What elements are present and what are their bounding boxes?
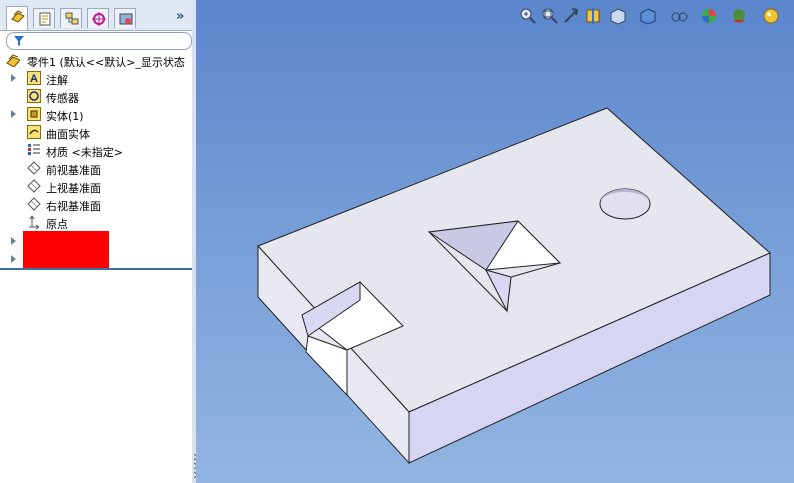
filter-icon: [14, 36, 24, 46]
expand-arrow-icon[interactable]: [11, 74, 16, 82]
tree-item-label: 传感器: [46, 92, 79, 105]
tree-item-label: 右视基准面: [46, 200, 101, 213]
view-settings-icon[interactable]: [762, 6, 782, 26]
tab-configuration-manager[interactable]: [60, 8, 82, 28]
feature-manager-icon: [11, 10, 25, 23]
filter-box[interactable]: [6, 32, 192, 50]
solid-body-icon: [27, 107, 41, 121]
tree-item-label: 注解: [46, 74, 68, 87]
feature-manager-panel: » 零件1 (默认<<默认>_显示状态 A 注解 传感器 实体(1) 曲面实体 …: [0, 0, 193, 483]
tree-item-label: 材质 <未指定>: [46, 146, 123, 159]
material-icon: [28, 144, 40, 155]
tree-item-right-plane[interactable]: 右视基准面: [0, 196, 192, 214]
part-3d-model[interactable]: [196, 0, 794, 483]
annotation-icon: A: [27, 71, 41, 85]
svg-text:A: A: [30, 73, 38, 85]
part-name-label: 零件1 (默认<<默认>_显示状态: [27, 56, 185, 69]
plane-icon: [27, 179, 41, 193]
property-manager-icon: [39, 12, 51, 26]
scene-icon[interactable]: [730, 6, 750, 26]
zoom-to-fit-icon[interactable]: [518, 6, 538, 26]
plane-icon: [27, 197, 41, 211]
view-orientation-icon[interactable]: [608, 6, 628, 26]
rollback-bar[interactable]: [0, 268, 192, 270]
section-view-icon[interactable]: [584, 6, 604, 26]
dimxpert-icon: [92, 12, 106, 26]
part-icon: [6, 54, 20, 67]
heads-up-view-toolbar: [514, 6, 790, 26]
tree-item-label: 原点: [46, 218, 68, 231]
tree-item-origin[interactable]: 原点: [0, 214, 192, 232]
tab-display-manager[interactable]: [114, 8, 136, 28]
tab-feature-manager[interactable]: [6, 6, 28, 30]
tab-property-manager[interactable]: [33, 8, 55, 28]
hide-show-icon[interactable]: [670, 6, 690, 26]
plane-icon: [27, 161, 41, 175]
tree-item-sensors[interactable]: 传感器: [0, 88, 192, 106]
configuration-manager-icon: [65, 12, 79, 25]
tree-item-label: 上视基准面: [46, 182, 101, 195]
tree-item-solid-bodies[interactable]: 实体(1): [0, 106, 192, 124]
expand-arrow-icon[interactable]: [11, 255, 16, 263]
sensor-icon: [27, 89, 41, 103]
graphics-viewport[interactable]: [196, 0, 794, 483]
zoom-area-icon[interactable]: [540, 6, 560, 26]
manager-tab-bar: »: [0, 0, 192, 31]
tree-item-top-plane[interactable]: 上视基准面: [0, 178, 192, 196]
tab-dimxpert[interactable]: [87, 8, 109, 28]
tree-item-label: 曲面实体: [46, 128, 90, 141]
expand-arrow-icon[interactable]: [11, 110, 16, 118]
display-manager-icon: [119, 13, 133, 25]
highlighted-feature-block[interactable]: [23, 231, 109, 268]
tree-item-label: 实体(1): [46, 110, 84, 123]
expand-arrow-icon[interactable]: [11, 237, 16, 245]
origin-icon: [29, 215, 40, 229]
tree-item-front-plane[interactable]: 前视基准面: [0, 160, 192, 178]
tree-item-material[interactable]: 材质 <未指定>: [0, 142, 192, 160]
tree-item-label: 前视基准面: [46, 164, 101, 177]
appearance-icon[interactable]: [700, 6, 720, 26]
display-style-icon[interactable]: [638, 6, 658, 26]
previous-view-icon[interactable]: [562, 6, 582, 26]
surface-body-icon: [27, 125, 41, 139]
more-tabs-button[interactable]: »: [176, 9, 184, 24]
tree-item-surface-bodies[interactable]: 曲面实体: [0, 124, 192, 142]
tree-root-part[interactable]: 零件1 (默认<<默认>_显示状态: [0, 52, 192, 70]
tree-item-annotations[interactable]: A 注解: [0, 70, 192, 88]
